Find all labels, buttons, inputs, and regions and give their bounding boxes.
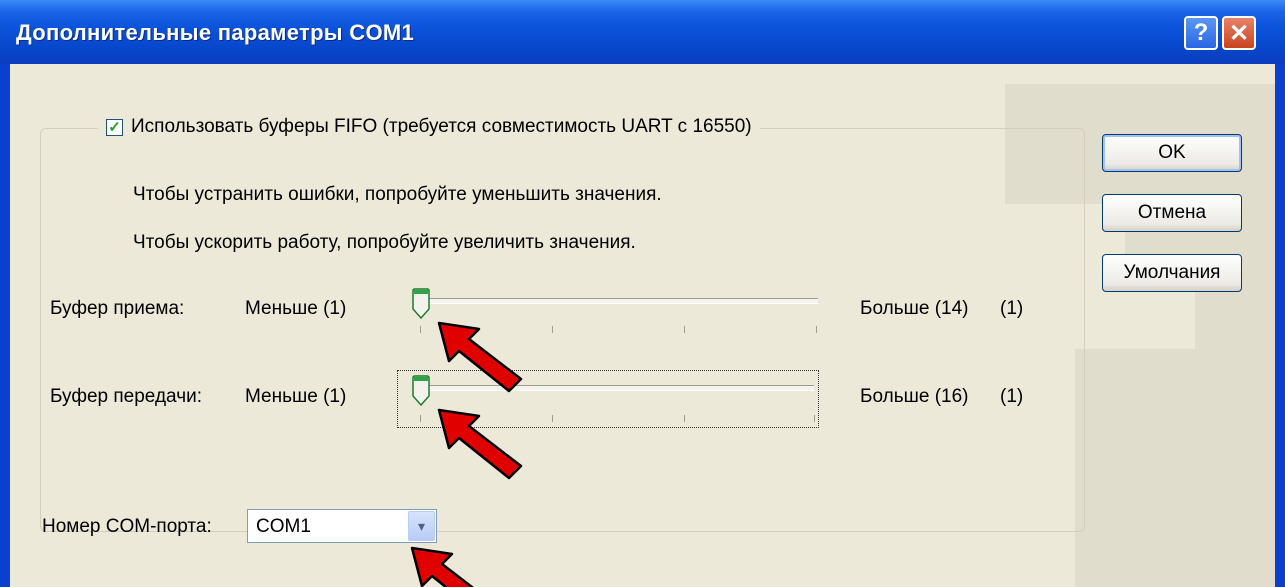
receive-buffer-label: Буфер приема: (50, 298, 185, 319)
annotation-arrow-icon (410, 546, 474, 587)
help-button[interactable]: ? (1184, 16, 1218, 50)
com-port-selected: COM1 (256, 516, 311, 537)
com-port-select[interactable]: COM1 ▾ (247, 509, 437, 543)
annotation-arrow-icon (437, 321, 523, 393)
slider-thumb[interactable] (412, 375, 430, 407)
hint-increase: Чтобы ускорить работу, попробуйте увелич… (133, 232, 636, 253)
slider-tick (684, 415, 685, 422)
annotation-arrow-icon (437, 408, 523, 480)
fifo-option[interactable]: ✓ Использовать буферы FIFO (требуется со… (98, 116, 760, 138)
watermark-shape (1075, 349, 1275, 587)
slider-tick (420, 326, 421, 333)
receive-buffer-min-label: Меньше (1) (245, 298, 347, 319)
title-bar[interactable]: Дополнительные параметры COM1 ? ✕ (0, 0, 1285, 64)
cancel-button[interactable]: Отмена (1102, 194, 1242, 232)
transmit-buffer-min-label: Меньше (1) (245, 386, 347, 407)
dialog-window: Дополнительные параметры COM1 ? ✕ ✓ Испо… (0, 0, 1285, 587)
slider-thumb[interactable] (412, 288, 430, 320)
slider-tick (816, 326, 817, 333)
slider-track (418, 298, 818, 304)
chevron-down-icon[interactable]: ▾ (408, 511, 435, 541)
slider-tick (684, 326, 685, 333)
transmit-buffer-max-label: Больше (16) (860, 386, 969, 407)
slider-tick (552, 415, 553, 422)
slider-tick (814, 415, 815, 422)
watermark-shape (1195, 284, 1275, 354)
window-title: Дополнительные параметры COM1 (16, 20, 415, 45)
slider-tick (552, 326, 553, 333)
close-button[interactable]: ✕ (1222, 16, 1256, 50)
slider-tick (420, 415, 421, 422)
dialog-body: ✓ Использовать буферы FIFO (требуется со… (10, 64, 1275, 587)
ok-button[interactable]: OK (1102, 134, 1242, 172)
transmit-buffer-label: Буфер передачи: (50, 386, 202, 407)
fifo-checkbox[interactable]: ✓ (106, 118, 123, 136)
fifo-checkbox-label[interactable]: Использовать буферы FIFO (требуется совм… (131, 116, 752, 138)
defaults-button[interactable]: Умолчания (1102, 254, 1242, 292)
receive-buffer-value: (1) (1000, 298, 1024, 319)
com-port-label: Номер COM-порта: (42, 516, 212, 537)
receive-buffer-max-label: Больше (14) (860, 298, 969, 319)
transmit-buffer-value: (1) (1000, 386, 1024, 407)
hint-decrease: Чтобы устранить ошибки, попробуйте умень… (133, 184, 662, 205)
